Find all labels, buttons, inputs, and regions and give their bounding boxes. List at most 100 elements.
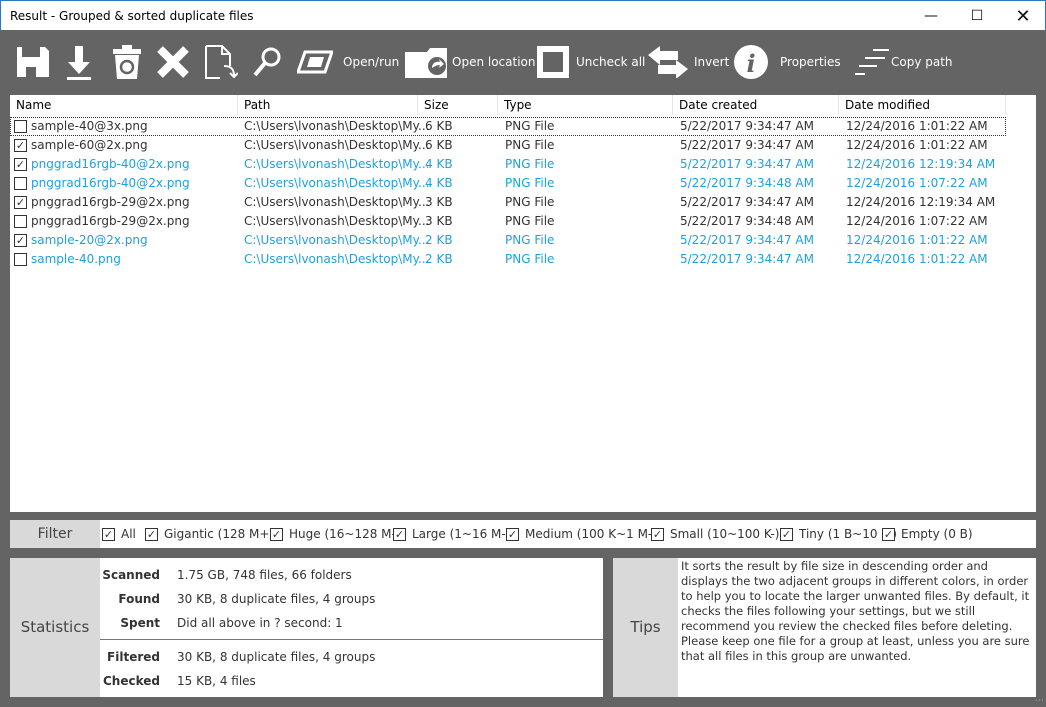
cell-type: PNG File [505, 252, 555, 266]
table-row[interactable]: ✓ pnggrad16rgb-40@2x.png C:\Users\lvonash\… [10, 155, 1006, 174]
close-window-button[interactable]: ✕ [1000, 1, 1046, 31]
row-checkbox[interactable]: ✓ [14, 158, 27, 171]
filter-checkbox[interactable]: ✓ Huge (16~128 M-) [270, 527, 401, 541]
table-row[interactable]: sample-40@3x.png C:\Users\lvonash\Desktop… [10, 117, 1006, 136]
column-header-name[interactable]: Name [10, 95, 238, 115]
delete-button[interactable] [156, 44, 190, 80]
export-button[interactable] [66, 44, 92, 80]
checkbox[interactable]: ✓ [393, 527, 406, 541]
row-checkbox[interactable] [14, 177, 27, 190]
row-checkbox[interactable]: ✓ [14, 196, 27, 209]
cell-path: C:\Users\lvonash\Desktop\My... [244, 157, 430, 171]
minimize-button[interactable]: — [908, 1, 954, 31]
uncheck-all-icon-button[interactable] [537, 44, 569, 80]
cell-name: sample-20@2x.png [31, 233, 148, 247]
filter-label-text: All [121, 527, 136, 541]
cell-created: 5/22/2017 9:34:47 AM [680, 233, 814, 247]
cell-name: pnggrad16rgb-40@2x.png [31, 176, 190, 190]
cell-created: 5/22/2017 9:34:48 AM [680, 176, 814, 190]
checkbox[interactable]: ✓ [506, 527, 519, 541]
row-checkbox[interactable] [14, 215, 27, 228]
checkbox[interactable]: ✓ [145, 527, 158, 541]
resize-grip-icon[interactable]: ⋯ [1035, 696, 1044, 706]
cell-created: 5/22/2017 9:34:47 AM [680, 157, 814, 171]
cell-name: sample-40@3x.png [31, 119, 148, 133]
cell-size: 4 KB [425, 176, 453, 190]
toolbar: Open/run Open location Uncheck all Inver… [0, 30, 1046, 95]
column-header-path[interactable]: Path [238, 95, 418, 115]
table-row[interactable]: pnggrad16rgb-40@2x.png C:\Users\lvonash\D… [10, 174, 1006, 193]
x-icon [157, 46, 189, 78]
table-row[interactable]: ✓ sample-20@2x.png C:\Users\lvonash\Deskto… [10, 231, 1006, 250]
file-list[interactable]: Name Path Size Type Date created Date mo… [10, 95, 1036, 512]
cell-name: pnggrad16rgb-40@2x.png [31, 157, 190, 171]
filter-label-text: Gigantic (128 M+) [164, 527, 275, 541]
properties-icon-button[interactable]: i [733, 44, 769, 80]
filter-checkbox[interactable]: ✓ Medium (100 K~1 M-) [506, 527, 657, 541]
cell-created: 5/22/2017 9:34:47 AM [680, 252, 814, 266]
table-row[interactable]: ✓ pnggrad16rgb-29@2x.png C:\Users\lvonash\… [10, 193, 1006, 212]
checkbox[interactable]: ✓ [882, 527, 895, 541]
save-icon [17, 47, 49, 77]
cell-size: 2 KB [425, 252, 453, 266]
tips-panel: Tips It sorts the result by file size in… [613, 558, 1036, 697]
filter-label-text: Small (10~100 K-) [670, 527, 780, 541]
found-label: Found [118, 592, 160, 606]
scanned-value: 1.75 GB, 748 files, 66 folders [177, 568, 352, 582]
cell-path: C:\Users\lvonash\Desktop\My... [244, 195, 430, 209]
checkbox[interactable]: ✓ [102, 527, 115, 541]
column-header-date-modified[interactable]: Date modified [839, 95, 1006, 115]
column-header-type[interactable]: Type [498, 95, 673, 115]
open-location-icon-button[interactable] [405, 44, 449, 80]
row-checkbox[interactable]: ✓ [14, 234, 27, 247]
column-header-size[interactable]: Size [418, 95, 498, 115]
save-button[interactable] [16, 44, 50, 80]
filter-checkbox[interactable]: ✓ Small (10~100 K-) [651, 527, 780, 541]
cell-modified: 12/24/2016 1:01:22 AM [846, 119, 988, 133]
maximize-button[interactable]: ☐ [954, 1, 1000, 31]
row-checkbox[interactable]: ✓ [14, 139, 27, 152]
filter-bar: Filter ✓ All ✓ Gigantic (128 M+) ✓ Huge (16~1… [10, 520, 1036, 548]
row-checkbox[interactable] [14, 253, 27, 266]
file-move-icon [205, 45, 238, 79]
cell-size: 3 KB [425, 214, 453, 228]
properties-button[interactable]: Properties [780, 55, 841, 69]
open-run-button[interactable]: Open/run [343, 55, 399, 69]
cell-type: PNG File [505, 157, 555, 171]
cell-modified: 12/24/2016 1:01:22 AM [846, 138, 988, 152]
move-button[interactable] [204, 44, 238, 80]
open-location-button[interactable]: Open location [452, 55, 535, 69]
copy-path-icon-button[interactable] [855, 44, 891, 80]
statistics-panel: Statistics Scanned 1.75 GB, 748 files, 6… [10, 558, 603, 697]
spent-label: Spent [120, 616, 160, 630]
table-row[interactable]: pnggrad16rgb-29@2x.png C:\Users\lvonash\D… [10, 212, 1006, 231]
filter-checkbox[interactable]: ✓ Large (1~16 M-) [393, 527, 510, 541]
recycle-button[interactable] [112, 44, 142, 80]
search-button[interactable] [252, 44, 282, 80]
checkbox[interactable]: ✓ [651, 527, 664, 541]
filter-checkbox[interactable]: ✓ Gigantic (128 M+) [145, 527, 274, 541]
tips-text: It sorts the result by file size in desc… [681, 559, 1030, 663]
invert-icon-button[interactable] [648, 44, 688, 80]
table-row[interactable]: sample-40.png C:\Users\lvonash\Desktop\My… [10, 250, 1006, 269]
checked-value: 15 KB, 4 files [177, 674, 256, 688]
cell-size: 3 KB [425, 195, 453, 209]
filter-checkbox[interactable]: ✓ All [102, 527, 136, 541]
filter-checkbox[interactable]: ✓ Tiny (1 B~10 K-) [780, 527, 897, 541]
uncheck-all-button[interactable]: Uncheck all [576, 55, 645, 69]
cell-type: PNG File [505, 138, 555, 152]
checkbox[interactable]: ✓ [270, 527, 283, 541]
invert-button[interactable]: Invert [694, 55, 729, 69]
preview-button[interactable] [297, 44, 333, 80]
table-row[interactable]: ✓ sample-60@2x.png C:\Users\lvonash\Deskto… [10, 136, 1006, 155]
checkbox[interactable]: ✓ [780, 527, 793, 541]
cell-modified: 12/24/2016 1:07:22 AM [846, 176, 988, 190]
copy-path-button[interactable]: Copy path [891, 55, 953, 69]
cell-modified: 12/24/2016 1:07:22 AM [846, 214, 988, 228]
column-header-date-created[interactable]: Date created [673, 95, 839, 115]
cell-modified: 12/24/2016 12:19:34 AM [846, 157, 996, 171]
cell-path: C:\Users\lvonash\Desktop\My... [244, 176, 430, 190]
filter-checkbox[interactable]: ✓ Empty (0 B) [882, 527, 973, 541]
row-checkbox[interactable] [14, 120, 27, 133]
cell-type: PNG File [505, 195, 555, 209]
